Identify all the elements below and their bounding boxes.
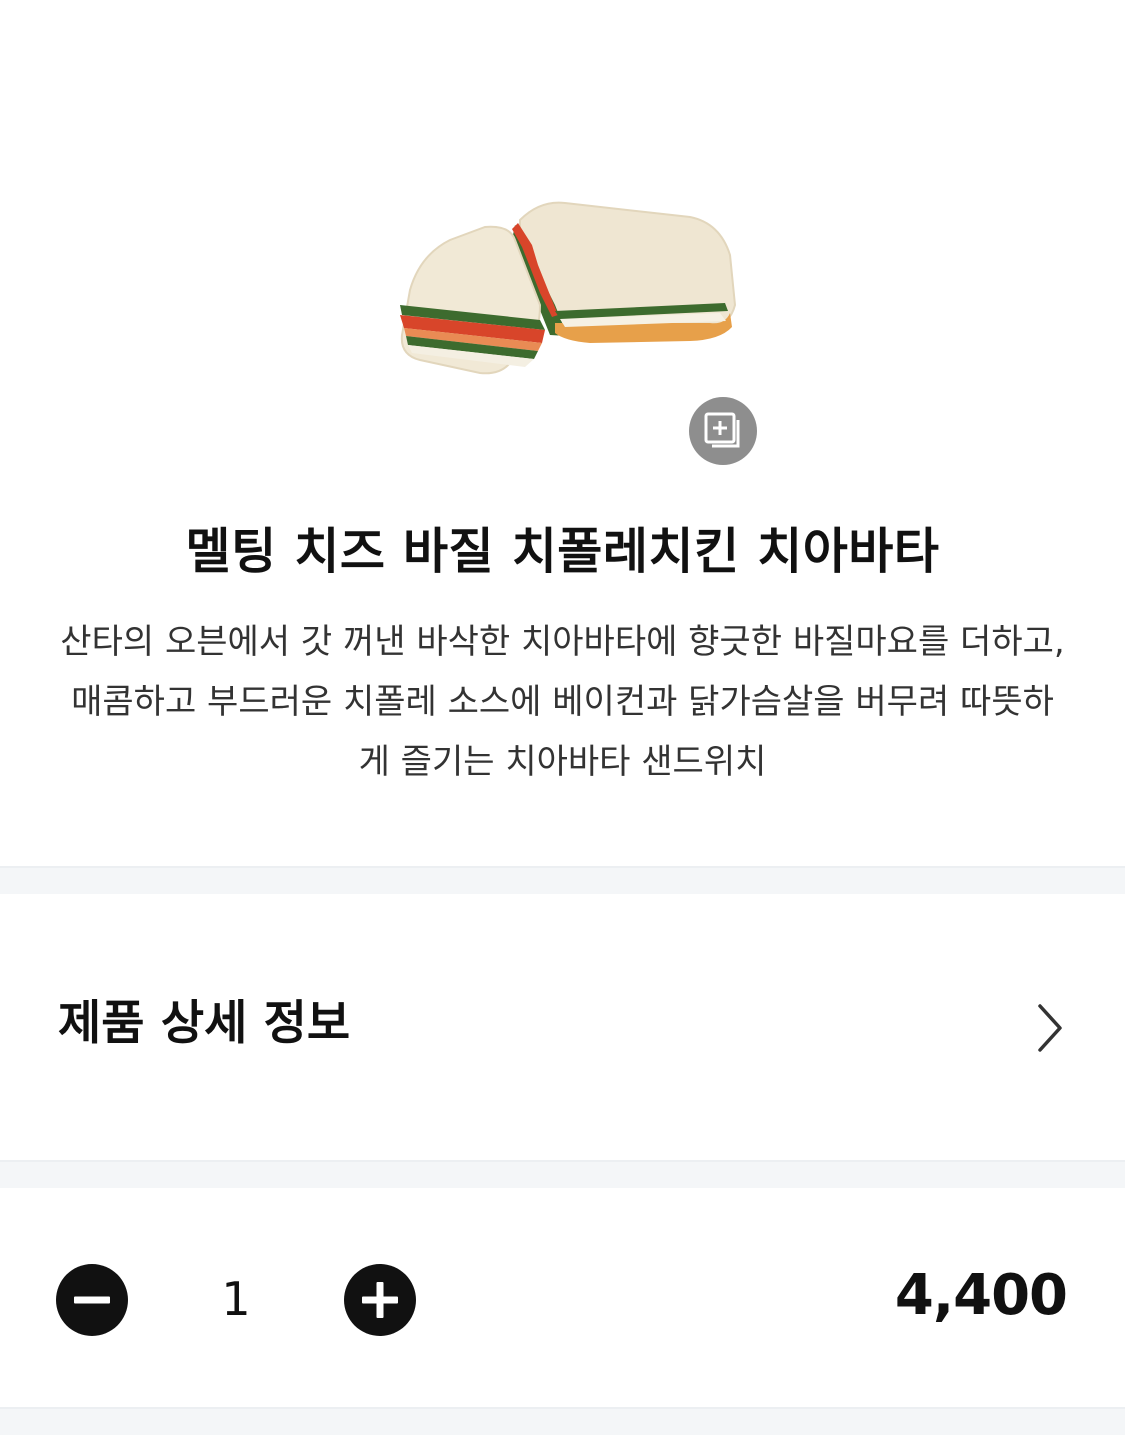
zoom-gallery-icon: [704, 412, 740, 448]
product-title: 멜팅 치즈 바질 치폴레치킨 치아바타: [185, 523, 940, 580]
product-hero: [0, 0, 1125, 490]
product-detail-link[interactable]: 제품 상세 정보: [0, 894, 1125, 1160]
section-divider: [0, 1407, 1125, 1435]
product-detail-page: 멜팅 치즈 바질 치폴레치킨 치아바타 산타의 오븐에서 갓 꺼낸 바삭한 치아…: [0, 0, 1125, 1435]
section-divider: [0, 1160, 1125, 1188]
product-image: [400, 201, 737, 375]
quantity-value: 1: [221, 1272, 251, 1326]
decrease-quantity-button[interactable]: [56, 1264, 128, 1336]
chevron-right-icon: [1038, 1004, 1062, 1052]
section-divider: [0, 866, 1125, 894]
minus-icon: [74, 1296, 110, 1304]
quantity-price-row: 1 4,400: [0, 1188, 1125, 1406]
zoom-image-button[interactable]: [689, 397, 757, 465]
plus-icon: [362, 1282, 398, 1318]
product-detail-label: 제품 상세 정보: [58, 996, 351, 1051]
increase-quantity-button[interactable]: [344, 1264, 416, 1336]
product-description: 산타의 오븐에서 갓 꺼낸 바삭한 치아바타에 향긋한 바질마요를 더하고, 매…: [60, 622, 1065, 782]
total-price: 4,400: [894, 1263, 1068, 1328]
